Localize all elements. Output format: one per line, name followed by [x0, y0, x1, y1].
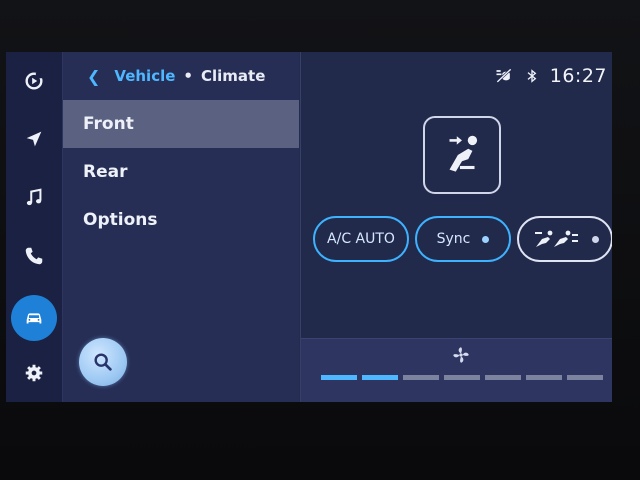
airflow-face-icon [449, 135, 478, 172]
fan-level-segment[interactable] [485, 375, 521, 380]
fan-level-segment[interactable] [403, 375, 439, 380]
menu-item-label: Rear [83, 162, 128, 182]
airflow-modes-icon [534, 230, 578, 247]
breadcrumb-current: Climate [201, 67, 266, 85]
fan-level-segment[interactable] [567, 375, 603, 380]
search-icon [94, 353, 112, 371]
breadcrumb-separator: • [183, 67, 193, 85]
voice-off-icon [496, 68, 512, 83]
car-icon [26, 313, 42, 324]
rail-navigation-button[interactable] [11, 116, 57, 162]
settings-icon [25, 364, 43, 382]
rail-media-button[interactable] [11, 58, 57, 104]
app-rail [6, 52, 63, 402]
media-icon [25, 72, 44, 90]
music-icon [26, 188, 42, 206]
menu-item-front[interactable]: Front [63, 100, 299, 148]
chevron-left-icon[interactable]: ❮ [87, 67, 100, 86]
rail-settings-button[interactable] [11, 350, 57, 396]
airflow-modes-indicator [591, 235, 599, 243]
fan-level-segment[interactable] [362, 375, 398, 380]
infotainment-screen: ❮ Vehicle • Climate Front Rear Options 1… [6, 52, 612, 402]
sync-label: Sync [436, 231, 471, 247]
bluetooth-icon [527, 69, 537, 83]
status-bar: 16:27 [494, 52, 612, 100]
climate-menu: ❮ Vehicle • Climate Front Rear Options [63, 52, 299, 402]
fan-level-segment[interactable] [444, 375, 480, 380]
fan-level-segment[interactable] [526, 375, 562, 380]
menu-item-label: Front [83, 114, 134, 134]
menu-item-options[interactable]: Options [63, 196, 299, 244]
sync-indicator [482, 235, 490, 243]
sync-button[interactable]: Sync [415, 216, 511, 262]
ac-auto-label: A/C AUTO [327, 231, 395, 247]
rail-music-button[interactable] [11, 175, 57, 221]
phone-icon [25, 247, 43, 265]
menu-item-label: Options [83, 210, 158, 230]
airflow-mode-button[interactable] [423, 116, 501, 194]
search-button[interactable] [79, 338, 127, 386]
breadcrumb-parent[interactable]: Vehicle [114, 67, 175, 85]
clock: 16:27 [549, 65, 607, 87]
airflow-modes-button[interactable] [517, 216, 612, 262]
fan-level-segment[interactable] [321, 375, 357, 380]
rail-vehicle-button[interactable] [11, 295, 57, 341]
climate-panel: 16:27 A/C AUTO Sync [300, 52, 612, 402]
fan-icon [453, 347, 469, 363]
ac-auto-button[interactable]: A/C AUTO [313, 216, 409, 262]
navigation-icon [26, 131, 42, 147]
breadcrumb: ❮ Vehicle • Climate [63, 52, 299, 100]
rail-phone-button[interactable] [11, 233, 57, 279]
fan-speed-control[interactable] [301, 338, 612, 402]
menu-item-rear[interactable]: Rear [63, 148, 299, 196]
